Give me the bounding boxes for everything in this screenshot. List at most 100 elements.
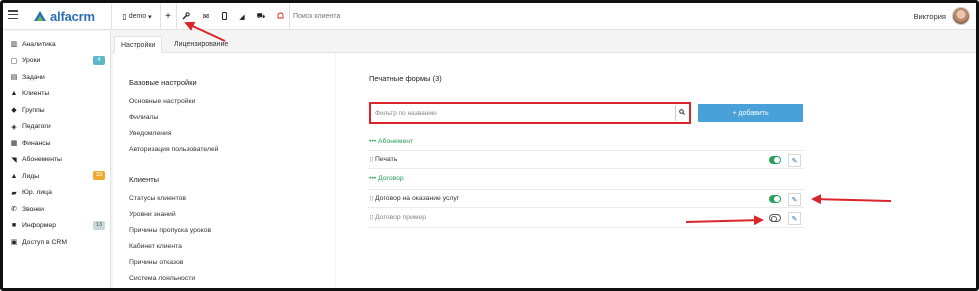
add-button[interactable]: + [161, 3, 175, 30]
edit-button[interactable]: ✎ [788, 154, 801, 167]
toggle-enabled[interactable] [769, 195, 781, 203]
sidebar-item-legal-entities[interactable]: ▰ Юр. лица [9, 186, 107, 200]
sidebar-item-analytics[interactable]: ▥ Аналитика [9, 37, 107, 51]
sidebar-item-label: Звонки [22, 205, 44, 213]
sidebar-item-label: Клиенты [22, 90, 50, 97]
sidebar-item-calls[interactable]: ✆ Звонки [9, 202, 107, 216]
menu-icon[interactable] [8, 10, 18, 20]
count-badge: 4 [93, 55, 105, 65]
telegram-icon: ◢ [239, 13, 245, 21]
tag-icon: ◥ [11, 156, 17, 164]
drag-handle-icon[interactable]: ⠿ [369, 156, 374, 164]
phone-button[interactable] [217, 3, 231, 30]
edit-button[interactable]: ✎ [788, 212, 801, 225]
sidebar-item-teachers[interactable]: ◈ Педагоги [9, 120, 107, 134]
bell-icon [277, 12, 284, 22]
sidebar-item-label: Информер [22, 222, 57, 229]
form-row: ⠿ Печать ✎ [368, 150, 804, 169]
nav-link[interactable]: Уровни знаний [129, 211, 176, 218]
informer-icon: ■ [11, 222, 17, 229]
lock-icon: ▣ [10, 239, 18, 246]
sidebar-item-clients[interactable]: ▲ Клиенты [9, 87, 107, 101]
wrench-icon [182, 11, 190, 22]
tab-settings[interactable]: Настройки [114, 36, 163, 53]
graduation-cap-icon: ◈ [11, 123, 17, 131]
sidebar-item-subscriptions[interactable]: ◥ Абонементы [9, 153, 107, 167]
users-icon: ◆ [11, 107, 17, 114]
sidebar-item-groups[interactable]: ◆ Группы [9, 103, 107, 117]
group-label: ••• Договор [369, 175, 404, 182]
money-icon: ▦ [10, 140, 18, 147]
user-plus-icon: ▲ [10, 172, 18, 180]
user-name[interactable]: Виктория [913, 12, 946, 21]
tasks-icon: ▤ [10, 74, 18, 81]
search-icon [679, 109, 685, 117]
nav-link[interactable]: Авторизация пользователей [129, 146, 218, 153]
search-button[interactable] [675, 105, 688, 121]
toggle-enabled[interactable] [769, 156, 781, 164]
branch-selector[interactable]: ▯ demo ▾ [115, 3, 159, 30]
cart-button[interactable]: ⛟ [254, 3, 268, 30]
sidebar-item-label: Уроки [22, 57, 41, 64]
mail-icon: ✉ [202, 12, 210, 21]
nav-link[interactable]: Система лояльности [129, 275, 195, 282]
pencil-icon: ✎ [791, 196, 798, 204]
sidebar-item-crm-access[interactable]: ▣ Доступ в CRM [9, 235, 107, 249]
logo-mark-icon [33, 10, 47, 22]
sidebar-item-label: Группы [22, 106, 45, 114]
chart-icon: ▥ [10, 41, 18, 48]
divider [111, 3, 112, 30]
form-name[interactable]: Печать [375, 156, 397, 163]
nav-link[interactable]: Кабинет клиента [129, 243, 182, 250]
settings-button[interactable] [179, 3, 193, 30]
calendar-icon: ▢ [10, 57, 18, 65]
logo[interactable]: alfacrm [33, 7, 95, 25]
section-title-basic: Базовые настройки [129, 78, 197, 87]
telegram-button[interactable]: ◢ [235, 3, 249, 30]
avatar[interactable] [952, 7, 970, 25]
building-icon: ▯ [122, 12, 127, 21]
sidebar-item-finance[interactable]: ▦ Финансы [9, 136, 107, 150]
mail-button[interactable]: ✉ [199, 3, 213, 30]
client-search-input[interactable] [293, 11, 493, 22]
cart-icon: ⛟ [256, 13, 266, 20]
form-name[interactable]: Договор пример [375, 214, 426, 221]
branch-label: demo [128, 13, 147, 20]
filter-input[interactable] [372, 105, 677, 121]
nav-link[interactable]: Основные настройки [129, 98, 195, 105]
toggle-disabled[interactable] [769, 214, 781, 222]
count-badge: 13 [93, 220, 105, 230]
pencil-icon: ✎ [791, 157, 798, 165]
app-window: alfacrm ▯ demo ▾ + ✉ ◢ ⛟ Виктория ▥ Анали… [0, 0, 979, 291]
phone-icon: ✆ [11, 206, 17, 213]
nav-link[interactable]: Уведомления [129, 130, 172, 137]
nav-link[interactable]: Статусы клиентов [129, 195, 186, 202]
settings-nav: Базовые настройки Основные настройки Фил… [113, 53, 335, 288]
plus-icon: + [165, 11, 171, 22]
notifications-button[interactable] [273, 3, 287, 30]
drag-handle-icon[interactable]: ⠿ [369, 214, 374, 222]
form-name[interactable]: Договор на оказание услуг [375, 195, 459, 202]
sidebar-item-label: Задачи [22, 73, 45, 81]
add-form-button[interactable]: + добавить [698, 104, 803, 122]
group-label: ••• Абонемент [369, 138, 414, 145]
drag-handle-icon[interactable]: ⠿ [369, 195, 374, 203]
nav-link[interactable]: Филиалы [129, 114, 158, 121]
nav-link[interactable]: Причины отказов [129, 259, 183, 266]
sidebar-item-label: Доступ в CRM [22, 238, 67, 246]
edit-button[interactable]: ✎ [788, 193, 801, 206]
sidebar-item-label: Абонементы [22, 156, 62, 163]
tab-bar: Настройки Лицензирование [111, 31, 976, 53]
sidebar-item-informer[interactable]: ■ Информер 13 [9, 219, 107, 233]
sidebar-item-tasks[interactable]: ▤ Задачи [9, 70, 107, 84]
briefcase-icon: ▰ [11, 189, 17, 197]
sidebar: ▥ Аналитика ▢ Уроки 4 ▤ Задачи ▲ Клиенты ◆ Гру… [3, 31, 111, 288]
phone-icon [221, 11, 227, 22]
top-bar: alfacrm ▯ demo ▾ + ✉ ◢ ⛟ Виктория [3, 3, 976, 30]
tab-licensing[interactable]: Лицензирование [168, 36, 234, 53]
sidebar-item-leads[interactable]: ▲ Лиды 33 [9, 169, 107, 183]
right-panel [811, 53, 976, 288]
nav-link[interactable]: Причины пропуска уроков [129, 227, 211, 234]
sidebar-item-lessons[interactable]: ▢ Уроки 4 [9, 54, 107, 68]
sidebar-item-label: Юр. лица [22, 189, 52, 196]
